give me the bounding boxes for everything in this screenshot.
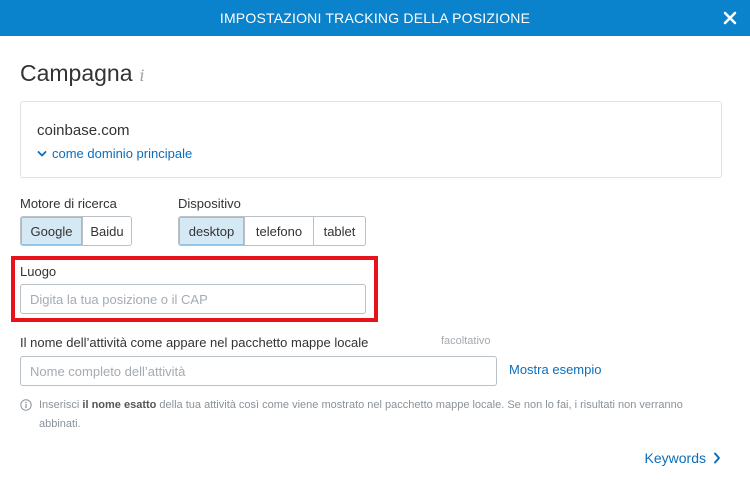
device-label: Dispositivo bbox=[178, 196, 241, 211]
info-circle-icon bbox=[20, 399, 32, 411]
search-engine-option-baidu[interactable]: Baidu bbox=[82, 217, 131, 245]
chevron-right-icon bbox=[714, 452, 720, 464]
note-text: Inserisci il nome esatto della tua attiv… bbox=[39, 399, 683, 430]
show-example-link[interactable]: Mostra esempio bbox=[509, 362, 601, 377]
campaign-domain: coinbase.com bbox=[37, 122, 130, 139]
keywords-next-button[interactable]: Keywords bbox=[645, 450, 721, 466]
domain-scope-toggle[interactable]: come dominio principale bbox=[37, 146, 192, 161]
optional-label: facoltativo bbox=[441, 335, 491, 347]
keywords-label: Keywords bbox=[644, 450, 706, 466]
business-name-label: Il nome dell’attività come appare nel pa… bbox=[20, 335, 369, 350]
business-name-input[interactable] bbox=[20, 356, 497, 386]
business-name-note: Inserisci il nome esatto della tua attiv… bbox=[20, 396, 710, 434]
device-option-tablet[interactable]: tablet bbox=[313, 217, 365, 245]
chevron-down-icon bbox=[37, 150, 47, 156]
search-engine-label: Motore di ricerca bbox=[20, 196, 117, 211]
device-option-phone[interactable]: telefono bbox=[244, 217, 313, 245]
close-icon bbox=[723, 11, 737, 25]
note-bold-text: il nome esatto bbox=[82, 399, 157, 411]
search-engine-option-google[interactable]: Google bbox=[21, 217, 82, 245]
page-title: Campagna bbox=[20, 60, 133, 86]
device-selector: desktop telefono tablet bbox=[178, 216, 366, 246]
campaign-box: coinbase.com come dominio principale bbox=[20, 101, 722, 178]
device-option-desktop[interactable]: desktop bbox=[179, 217, 244, 245]
campaign-title-row: Campagna i bbox=[20, 60, 145, 87]
close-button[interactable] bbox=[716, 4, 744, 32]
dialog-title: IMPOSTAZIONI TRACKING DELLA POSIZIONE bbox=[219, 10, 531, 26]
info-icon[interactable]: i bbox=[140, 66, 145, 85]
location-highlight-box bbox=[11, 256, 378, 322]
domain-scope-label: come dominio principale bbox=[52, 146, 193, 161]
dialog-header: IMPOSTAZIONI TRACKING DELLA POSIZIONE bbox=[0, 0, 750, 36]
search-engine-selector: Google Baidu bbox=[20, 216, 132, 246]
